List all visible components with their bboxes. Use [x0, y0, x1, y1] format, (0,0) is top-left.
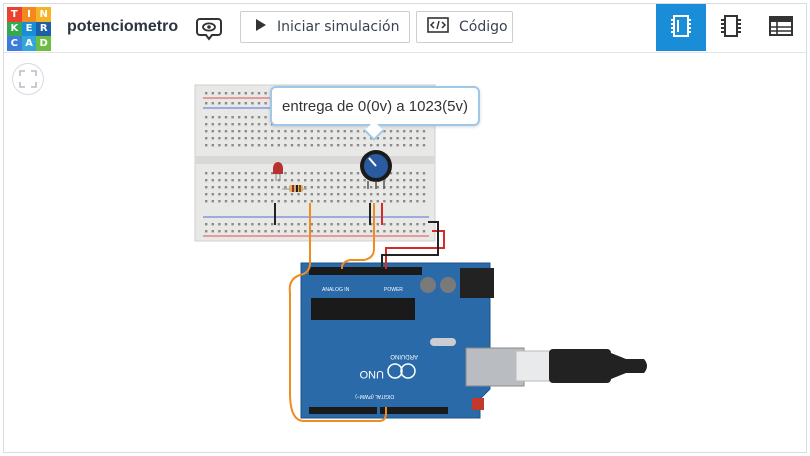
power-label: POWER [384, 287, 403, 293]
circuit-canvas[interactable]: UNO ARDUINO ANALOG IN POWER DIGITAL (PWM… [4, 53, 806, 452]
board-brand-label: ARDUINO [390, 353, 418, 359]
code-icon [427, 17, 449, 37]
logo-letter: R [36, 21, 51, 37]
start-simulation-label: Iniciar simulación [277, 19, 400, 35]
eye-bubble-icon[interactable] [194, 13, 224, 43]
tinkercad-logo[interactable]: TINKERCAD [7, 7, 51, 51]
arduino-uno-board[interactable]: UNO ARDUINO ANALOG IN POWER DIGITAL (PWM… [300, 262, 525, 419]
tab-circuit-view[interactable] [656, 4, 706, 51]
circuit-view-icon [670, 14, 692, 42]
digital-pwm-label: DIGITAL (PWM~) [355, 393, 394, 399]
annotation-note[interactable]: entrega de 0(0v) a 1023(5v) [270, 86, 480, 126]
analog-in-label: ANALOG IN [322, 287, 350, 293]
component-list-icon [769, 15, 793, 40]
logo-letter: I [21, 7, 37, 22]
play-icon [255, 18, 267, 36]
logo-letter: E [21, 21, 37, 37]
usb-cable[interactable] [515, 349, 647, 383]
code-button[interactable]: Código [416, 11, 513, 43]
logo-letter: K [7, 21, 22, 37]
logo-letter: N [36, 7, 51, 22]
logo-letter: T [7, 7, 22, 22]
schematic-view-icon [720, 14, 742, 42]
top-bar: TINKERCAD potenciometro Iniciar simulaci… [4, 4, 806, 53]
logo-letter: D [36, 36, 51, 51]
logo-letter: A [21, 36, 37, 51]
board-model-label: UNO [359, 368, 384, 380]
tinkercad-editor: TINKERCAD potenciometro Iniciar simulaci… [3, 3, 807, 453]
code-label: Código [459, 19, 508, 35]
tab-component-list[interactable] [756, 4, 806, 51]
project-title[interactable]: potenciometro [67, 18, 178, 36]
logo-letter: C [7, 36, 22, 51]
start-simulation-button[interactable]: Iniciar simulación [240, 11, 410, 43]
tab-schematic-view[interactable] [706, 4, 756, 51]
